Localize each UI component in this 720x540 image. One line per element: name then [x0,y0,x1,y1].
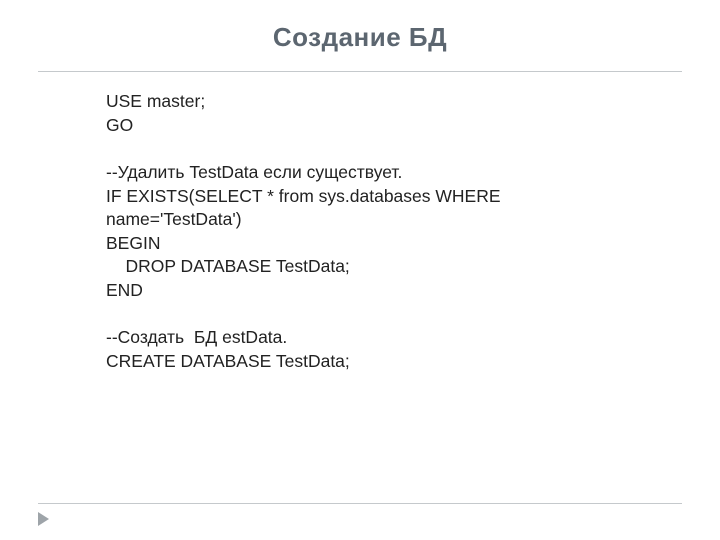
slide-title: Создание БД [38,22,682,53]
presentation-slide: Создание БД USE master; GO --Удалить Tes… [0,0,720,540]
divider-top [38,71,682,72]
sql-code-block: USE master; GO --Удалить TestData если с… [38,90,682,374]
divider-bottom [38,503,682,504]
play-icon [38,512,49,526]
